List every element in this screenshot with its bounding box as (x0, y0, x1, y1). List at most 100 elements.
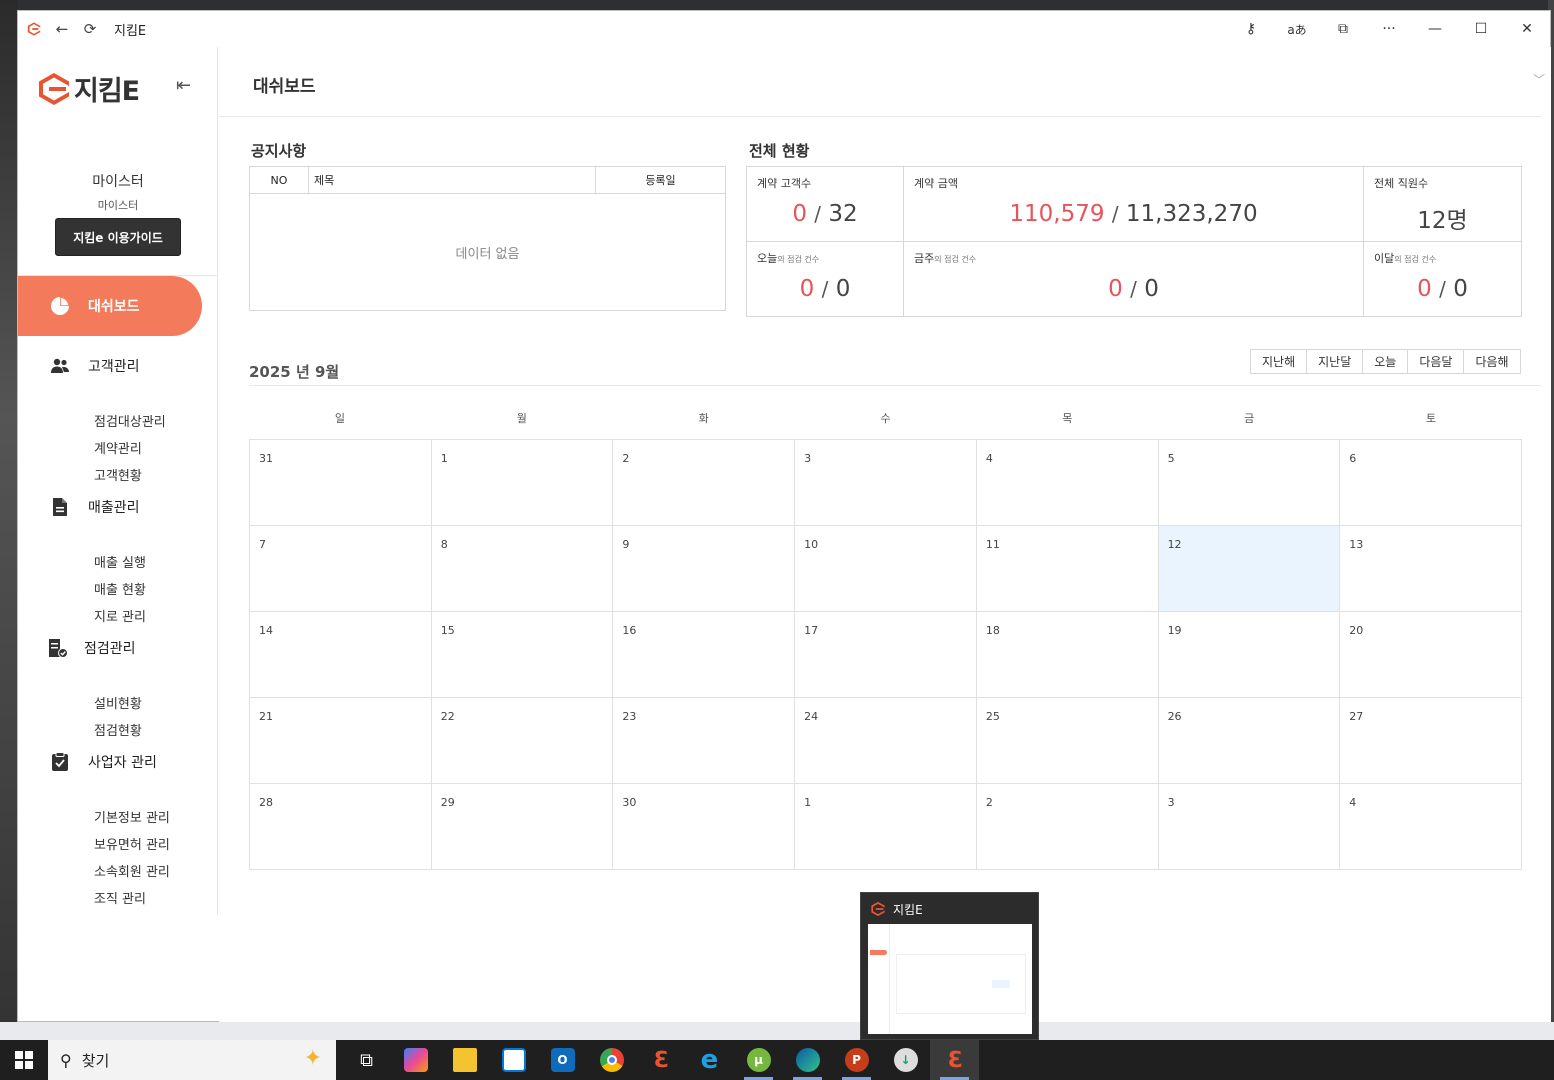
calendar-day[interactable]: 3 (795, 440, 977, 526)
sidebar-item-sales-status[interactable]: 매출 현황 (94, 579, 146, 598)
outlook-icon[interactable]: O (538, 1040, 587, 1080)
pie-chart-icon (51, 297, 69, 315)
stat-value: 0 / 32 (747, 201, 903, 227)
next-year-button[interactable]: 다음해 (1464, 350, 1520, 373)
taskbar-window-preview[interactable]: 지킴E (860, 892, 1039, 1040)
calendar-day[interactable]: 1 (431, 440, 614, 526)
column-header-title: 제목 (309, 167, 596, 193)
calendar-day[interactable]: 26 (1158, 698, 1341, 784)
document-icon (50, 497, 70, 517)
calendar-day[interactable]: 18 (976, 612, 1159, 698)
copilot-icon[interactable] (391, 1040, 440, 1080)
app-available-icon[interactable]: ⧉ (1320, 11, 1366, 47)
sidebar-item-giro-management[interactable]: 지로 관리 (94, 606, 146, 625)
calendar-day[interactable]: 21 (250, 698, 432, 784)
copilot-sparkle-icon: ✦ (303, 1046, 322, 1071)
sidebar-group-sales[interactable]: 매출관리 (50, 497, 140, 517)
calendar-day[interactable]: 6 (1340, 440, 1522, 526)
calendar-day[interactable]: 16 (613, 612, 796, 698)
calendar-day[interactable]: 4 (1340, 784, 1522, 870)
stat-month-inspections: 이달의 점검 건수 0 / 0 (1364, 242, 1521, 316)
sidebar-item-inspection-status[interactable]: 점검현황 (94, 720, 142, 739)
header-divider (219, 116, 1541, 117)
calendar-day[interactable]: 20 (1340, 612, 1522, 698)
translate-icon[interactable]: aあ (1274, 11, 1320, 47)
prev-month-button[interactable]: 지난달 (1307, 350, 1364, 373)
people-icon (50, 356, 70, 376)
calendar-day[interactable]: 11 (976, 526, 1159, 612)
key-icon[interactable]: ⚷ (1228, 11, 1274, 47)
calendar-day[interactable]: 17 (795, 612, 977, 698)
calendar-day[interactable]: 15 (431, 612, 614, 698)
calendar-day[interactable]: 24 (795, 698, 977, 784)
sidebar-group-customers[interactable]: 고객관리 (50, 356, 140, 376)
calendar-day[interactable]: 3 (1158, 784, 1341, 870)
calendar-day[interactable]: 1 (795, 784, 977, 870)
sidebar-item-members[interactable]: 소속회원 관리 (94, 861, 170, 880)
edge-icon[interactable] (783, 1040, 832, 1080)
stat-current: 0 (792, 201, 807, 227)
jikim-e-active-icon[interactable]: ℇ (930, 1040, 979, 1080)
installer-icon[interactable]: ↓ (881, 1040, 930, 1080)
powerpoint-icon[interactable]: P (832, 1040, 881, 1080)
calendar-day[interactable]: 7 (250, 526, 432, 612)
refresh-icon[interactable]: ⟳ (76, 11, 104, 47)
calendar-day[interactable]: 10 (795, 526, 977, 612)
column-header-no: NO (250, 167, 309, 193)
sidebar-group-inspection[interactable]: 점검관리 (48, 638, 136, 658)
stat-label: 계약 고객수 (757, 177, 812, 190)
calendar-day[interactable]: 13 (1340, 526, 1522, 612)
back-icon[interactable]: ← (48, 11, 76, 47)
utorrent-icon[interactable]: µ (734, 1040, 783, 1080)
prev-year-button[interactable]: 지난해 (1251, 350, 1308, 373)
calendar-day[interactable]: 14 (250, 612, 432, 698)
sidebar-item-organization[interactable]: 조직 관리 (94, 888, 146, 907)
brand-logo[interactable]: 지킴E (36, 69, 140, 108)
microsoft-store-icon[interactable] (489, 1040, 538, 1080)
taskbar-search[interactable]: ⚲ 찾기 ✦ (48, 1040, 336, 1080)
next-month-button[interactable]: 다음달 (1408, 350, 1465, 373)
calendar-day[interactable]: 8 (431, 526, 614, 612)
today-button[interactable]: 오늘 (1363, 350, 1409, 373)
chrome-icon[interactable] (587, 1040, 636, 1080)
internet-explorer-icon[interactable]: e (685, 1040, 734, 1080)
chevron-down-icon[interactable]: ﹀ (1533, 71, 1545, 88)
sidebar-group-business[interactable]: 사업자 관리 (50, 752, 157, 772)
minimize-button[interactable]: — (1412, 11, 1458, 47)
maximize-button[interactable]: ☐ (1458, 11, 1504, 47)
sidebar-item-contracts[interactable]: 계약관리 (94, 438, 142, 457)
calendar-day[interactable]: 5 (1158, 440, 1341, 526)
calendar-day-today[interactable]: 12 (1158, 526, 1341, 612)
file-explorer-icon[interactable] (440, 1040, 489, 1080)
calendar-day[interactable]: 27 (1340, 698, 1522, 784)
calendar-day[interactable]: 23 (613, 698, 796, 784)
calendar-day[interactable]: 9 (613, 526, 796, 612)
calendar-day[interactable]: 19 (1158, 612, 1341, 698)
calendar-day[interactable]: 4 (976, 440, 1159, 526)
sidebar-item-sales-execution[interactable]: 매출 실행 (94, 552, 146, 571)
menu-collapse-icon[interactable]: ⇤ (176, 75, 191, 96)
user-guide-button[interactable]: 지킴e 이용가이드 (55, 218, 181, 256)
sidebar-item-basic-info[interactable]: 기본정보 관리 (94, 807, 170, 826)
calendar-day[interactable]: 22 (431, 698, 614, 784)
calendar-day[interactable]: 25 (976, 698, 1159, 784)
sidebar-item-equipment-status[interactable]: 설비현황 (94, 693, 142, 712)
stat-separator: / (1111, 202, 1119, 226)
start-button[interactable] (0, 1040, 48, 1080)
notice-table-header: NO 제목 등록일 (250, 167, 725, 194)
jikim-e-icon[interactable]: ℇ (636, 1040, 685, 1080)
calendar-day[interactable]: 30 (613, 784, 796, 870)
stat-label: 이달의 점검 건수 (1374, 252, 1437, 265)
calendar-day[interactable]: 2 (613, 440, 796, 526)
calendar-day[interactable]: 28 (250, 784, 432, 870)
more-options-icon[interactable]: ··· (1366, 11, 1412, 47)
calendar-day[interactable]: 31 (250, 440, 432, 526)
sidebar-item-inspection-targets[interactable]: 점검대상관리 (94, 411, 166, 430)
sidebar-item-licenses[interactable]: 보유면허 관리 (94, 834, 170, 853)
close-button[interactable]: ✕ (1504, 11, 1550, 47)
sidebar-item-dashboard[interactable]: 대쉬보드 (18, 276, 202, 336)
calendar-day[interactable]: 29 (431, 784, 614, 870)
sidebar-item-customer-status[interactable]: 고객현황 (94, 465, 142, 484)
task-view-icon[interactable]: ⧉ (342, 1040, 391, 1080)
calendar-day[interactable]: 2 (976, 784, 1159, 870)
